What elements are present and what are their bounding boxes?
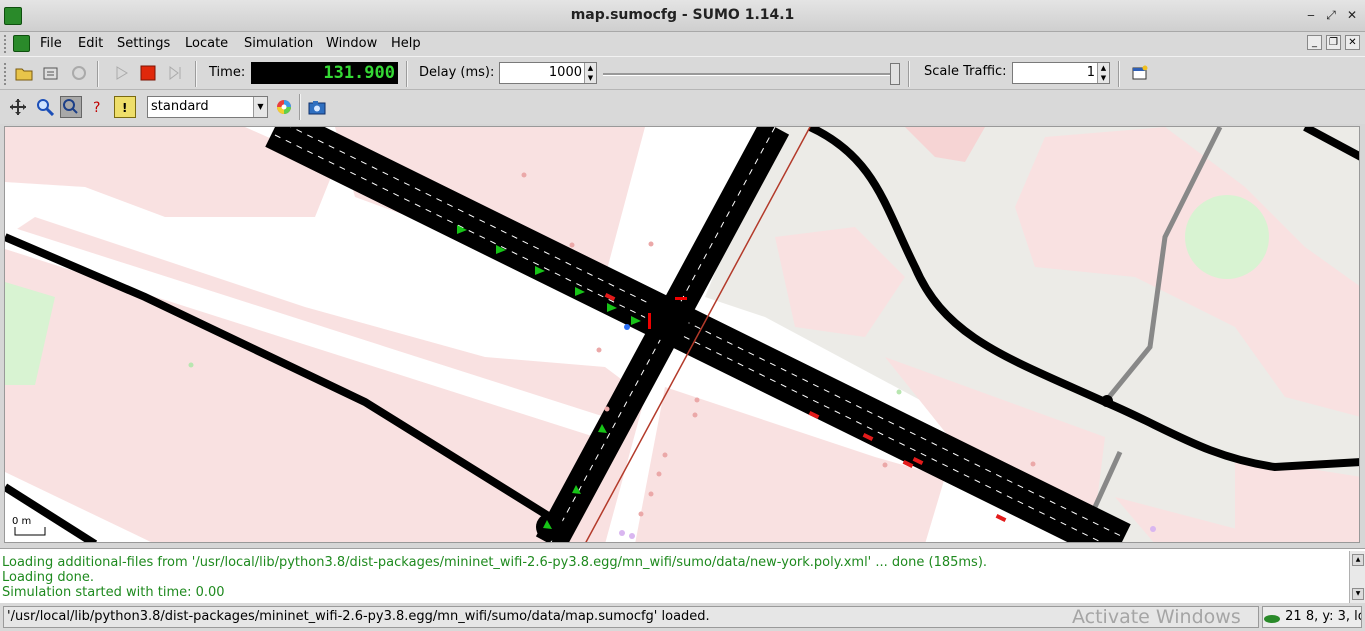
tooltips-toggle-icon[interactable]: ! bbox=[114, 96, 136, 118]
sumo-menu-icon bbox=[13, 35, 30, 52]
mdi-close-icon[interactable]: ✕ bbox=[1345, 35, 1360, 50]
mdi-restore-icon[interactable]: ❐ bbox=[1326, 35, 1341, 50]
poi bbox=[694, 397, 700, 403]
mdi-minimize-icon[interactable]: _ bbox=[1307, 35, 1322, 50]
locate-junction-icon[interactable] bbox=[60, 96, 82, 118]
poi bbox=[662, 452, 668, 458]
toolbar-separator bbox=[195, 61, 197, 87]
coords-text: 21 8, y: 3, lo bbox=[1285, 609, 1362, 624]
time-label: Time: bbox=[209, 65, 246, 80]
menu-bar: File Edit Settings Locate Simulation Win… bbox=[0, 32, 1365, 56]
new-view-icon[interactable] bbox=[1129, 62, 1151, 84]
menu-file[interactable]: File bbox=[40, 36, 62, 51]
poi bbox=[604, 406, 610, 412]
poi bbox=[629, 533, 635, 539]
run-icon[interactable] bbox=[111, 62, 133, 84]
screenshot-camera-icon[interactable] bbox=[306, 96, 328, 118]
toolbar-separator bbox=[1118, 61, 1120, 87]
menu-locate[interactable]: Locate bbox=[185, 36, 228, 51]
scale-traffic-spinner-arrows[interactable]: ▲ ▼ bbox=[1097, 63, 1109, 83]
zoom-icon[interactable] bbox=[34, 96, 56, 118]
activate-windows-watermark: Activate Windows bbox=[1072, 606, 1241, 628]
delay-value: 1000 bbox=[548, 65, 582, 80]
scale-bar bbox=[14, 527, 46, 536]
menubar-grip[interactable] bbox=[4, 35, 9, 53]
vehicle-red bbox=[995, 514, 1007, 522]
traffic-light-red bbox=[648, 313, 651, 329]
scroll-up-icon[interactable]: ▲ bbox=[1352, 554, 1364, 566]
svg-text:!: ! bbox=[122, 101, 127, 114]
menu-simulation[interactable]: Simulation bbox=[244, 36, 313, 51]
road-network-map: 0 m bbox=[5, 127, 1359, 542]
poi bbox=[692, 412, 698, 418]
color-scheme-value: standard bbox=[151, 99, 209, 114]
poi bbox=[648, 491, 654, 497]
toolbar-grip[interactable] bbox=[4, 63, 9, 85]
toolbar-separator bbox=[299, 94, 301, 120]
color-scheme-select[interactable]: standard ▼ bbox=[147, 96, 268, 118]
delay-spinner[interactable]: 1000 ▲ ▼ bbox=[499, 62, 597, 84]
toolbar-separator bbox=[908, 61, 910, 87]
status-message: '/usr/local/lib/python3.8/dist-packages/… bbox=[3, 606, 1259, 628]
step-icon[interactable] bbox=[164, 62, 186, 84]
stop-icon[interactable] bbox=[137, 62, 159, 84]
restore-icon[interactable]: ⤢ bbox=[1324, 8, 1338, 22]
toolbar-separator bbox=[406, 61, 408, 87]
poi bbox=[648, 241, 654, 247]
time-display: 131.900 bbox=[251, 62, 398, 84]
poi bbox=[1030, 461, 1036, 467]
poi bbox=[656, 471, 662, 477]
view-toolbar: ? ! standard ▼ bbox=[0, 90, 1365, 124]
poi bbox=[1150, 526, 1156, 532]
title-bar: map.sumocfg - SUMO 1.14.1 ‒ ⤢ ✕ bbox=[0, 0, 1365, 32]
green-area bbox=[1185, 195, 1269, 279]
log-line: Simulation started with time: 0.00 bbox=[2, 585, 225, 600]
open-folder-icon[interactable] bbox=[13, 62, 35, 84]
log-scrollbar[interactable]: ▲ ▼ bbox=[1349, 551, 1365, 604]
person bbox=[624, 324, 630, 330]
menu-settings[interactable]: Settings bbox=[117, 36, 170, 51]
toolbar-separator bbox=[97, 61, 99, 87]
poi bbox=[619, 530, 625, 536]
network-view-canvas[interactable]: 0 m bbox=[4, 126, 1360, 543]
log-line: Loading additional-files from '/usr/loca… bbox=[2, 555, 988, 570]
delay-slider-thumb[interactable] bbox=[890, 63, 900, 85]
reload-icon[interactable] bbox=[68, 62, 90, 84]
scale-traffic-value: 1 bbox=[1086, 65, 1095, 80]
menu-help[interactable]: Help bbox=[391, 36, 421, 51]
poi bbox=[896, 389, 902, 395]
junction bbox=[1101, 395, 1113, 407]
network-coords-icon bbox=[1264, 614, 1280, 623]
poi bbox=[596, 347, 602, 353]
simulation-toolbar: Time: 131.900 Delay (ms): 1000 ▲ ▼ Scale … bbox=[0, 56, 1365, 90]
poi bbox=[569, 242, 575, 248]
poi bbox=[638, 511, 644, 517]
message-log: Loading additional-files from '/usr/loca… bbox=[0, 548, 1365, 604]
scale-traffic-spinner[interactable]: 1 ▲ ▼ bbox=[1012, 62, 1110, 84]
query-object-icon[interactable]: ? bbox=[88, 96, 110, 118]
edit-coloring-icon[interactable] bbox=[273, 96, 295, 118]
scroll-down-icon[interactable]: ▼ bbox=[1352, 588, 1364, 600]
main-intersection bbox=[645, 297, 689, 341]
svg-text:?: ? bbox=[93, 100, 100, 116]
window-title: map.sumocfg - SUMO 1.14.1 bbox=[570, 7, 795, 23]
delay-label: Delay (ms): bbox=[419, 65, 495, 80]
delay-spinner-arrows[interactable]: ▲ ▼ bbox=[584, 63, 596, 83]
scale-traffic-label: Scale Traffic: bbox=[924, 64, 1007, 79]
minimize-icon[interactable]: ‒ bbox=[1304, 8, 1318, 22]
traffic-light-red bbox=[675, 297, 687, 300]
close-icon[interactable]: ✕ bbox=[1345, 8, 1359, 22]
chevron-down-icon[interactable]: ▼ bbox=[253, 97, 267, 117]
delay-slider-track[interactable] bbox=[603, 73, 898, 76]
poi bbox=[188, 362, 194, 368]
poi bbox=[521, 172, 527, 178]
reload-config-icon[interactable] bbox=[40, 62, 62, 84]
scale-bar-label: 0 m bbox=[12, 516, 31, 527]
poi bbox=[882, 462, 888, 468]
log-line: Loading done. bbox=[2, 570, 94, 585]
menu-window[interactable]: Window bbox=[326, 36, 377, 51]
cursor-coordinates: 21 8, y: 3, lo bbox=[1262, 606, 1362, 628]
recenter-view-icon[interactable] bbox=[7, 96, 29, 118]
menu-edit[interactable]: Edit bbox=[78, 36, 103, 51]
